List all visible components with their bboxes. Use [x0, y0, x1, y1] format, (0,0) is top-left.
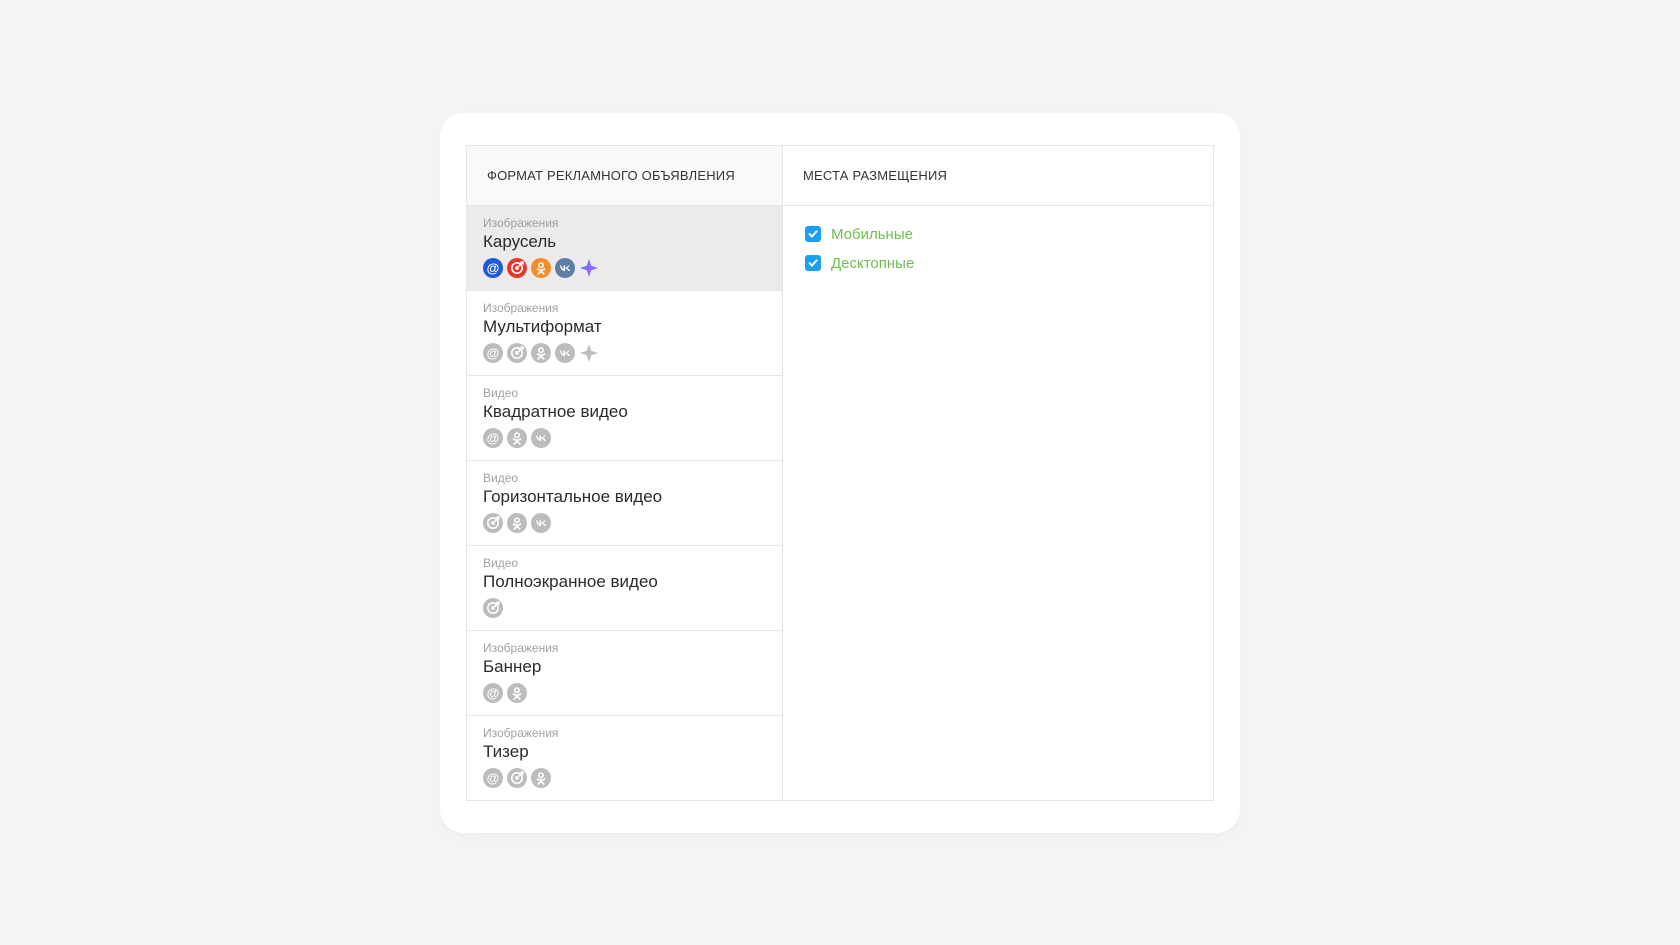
ok-icon: [531, 258, 551, 278]
format-category: Видео: [483, 556, 766, 570]
format-icon-row: @: [483, 258, 766, 278]
target-icon: [483, 513, 503, 533]
sparkle-icon: [579, 343, 599, 363]
placement-checkbox[interactable]: [805, 226, 821, 242]
format-item[interactable]: Видео Полноэкранное видео: [467, 546, 782, 631]
format-item[interactable]: Видео Горизонтальное видео: [467, 461, 782, 546]
at-icon: @: [483, 428, 503, 448]
format-item[interactable]: Видео Квадратное видео @: [467, 376, 782, 461]
format-title: Квадратное видео: [483, 402, 766, 422]
settings-card: ФОРМАТ РЕКЛАМНОГО ОБЪЯВЛЕНИЯ Изображения…: [440, 113, 1240, 833]
format-category: Видео: [483, 386, 766, 400]
format-category: Изображения: [483, 301, 766, 315]
format-category: Изображения: [483, 641, 766, 655]
ok-icon: [507, 428, 527, 448]
left-panel: ФОРМАТ РЕКЛАМНОГО ОБЪЯВЛЕНИЯ Изображения…: [467, 146, 783, 800]
format-title: Карусель: [483, 232, 766, 252]
format-item[interactable]: Изображения Баннер @: [467, 631, 782, 716]
format-list: Изображения Карусель @ Изображения Мультифор…: [467, 206, 782, 800]
ok-icon: [507, 513, 527, 533]
format-icon-row: @: [483, 683, 766, 703]
placement-label: Мобильные: [831, 226, 913, 243]
placement-item[interactable]: Мобильные: [805, 226, 1191, 243]
format-title: Мультиформат: [483, 317, 766, 337]
formats-header: ФОРМАТ РЕКЛАМНОГО ОБЪЯВЛЕНИЯ: [467, 146, 782, 206]
at-icon: @: [483, 768, 503, 788]
vk-icon: [555, 258, 575, 278]
format-icon-row: @: [483, 343, 766, 363]
format-category: Изображения: [483, 726, 766, 740]
placement-item[interactable]: Десктопные: [805, 255, 1191, 272]
sparkle-icon: [579, 258, 599, 278]
format-icon-row: @: [483, 768, 766, 788]
at-icon: @: [483, 683, 503, 703]
format-item[interactable]: Изображения Тизер @: [467, 716, 782, 800]
placement-checkbox[interactable]: [805, 255, 821, 271]
format-title: Тизер: [483, 742, 766, 762]
format-icon-row: [483, 598, 766, 618]
svg-text:@: @: [487, 770, 500, 785]
svg-text:@: @: [487, 345, 500, 360]
vk-icon: [531, 428, 551, 448]
target-icon: [507, 258, 527, 278]
format-icon-row: [483, 513, 766, 533]
format-title: Полноэкранное видео: [483, 572, 766, 592]
ok-icon: [507, 683, 527, 703]
vk-icon: [555, 343, 575, 363]
format-item[interactable]: Изображения Карусель @: [467, 206, 782, 291]
placement-label: Десктопные: [831, 255, 914, 272]
panels: ФОРМАТ РЕКЛАМНОГО ОБЪЯВЛЕНИЯ Изображения…: [466, 145, 1214, 801]
ok-icon: [531, 768, 551, 788]
ok-icon: [531, 343, 551, 363]
format-icon-row: @: [483, 428, 766, 448]
format-category: Видео: [483, 471, 766, 485]
target-icon: [507, 343, 527, 363]
placements-header: МЕСТА РАЗМЕЩЕНИЯ: [783, 146, 1213, 206]
svg-text:@: @: [487, 260, 500, 275]
at-icon: @: [483, 258, 503, 278]
target-icon: [483, 598, 503, 618]
svg-text:@: @: [487, 430, 500, 445]
format-item[interactable]: Изображения Мультиформат @: [467, 291, 782, 376]
vk-icon: [531, 513, 551, 533]
format-title: Горизонтальное видео: [483, 487, 766, 507]
format-title: Баннер: [483, 657, 766, 677]
target-icon: [507, 768, 527, 788]
placement-list: Мобильные Десктопные: [783, 206, 1213, 292]
format-category: Изображения: [483, 216, 766, 230]
at-icon: @: [483, 343, 503, 363]
right-panel: МЕСТА РАЗМЕЩЕНИЯ Мобильные Десктопные: [783, 146, 1213, 800]
svg-text:@: @: [487, 685, 500, 700]
